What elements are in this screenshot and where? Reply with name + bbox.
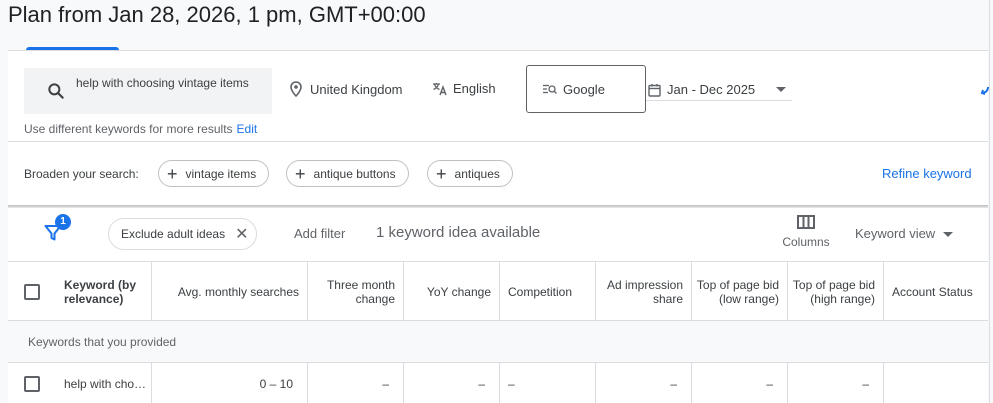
date-range-selector[interactable]: Jan - Dec 2025 xyxy=(646,79,792,101)
exclude-adult-ideas-chip[interactable]: Exclude adult ideas ✕ xyxy=(108,218,258,250)
add-filter-button[interactable]: Add filter xyxy=(294,226,345,241)
chip-label: vintage items xyxy=(185,166,257,181)
header-label: Avg. monthly searches xyxy=(177,284,299,299)
plus-icon: + xyxy=(167,163,178,184)
cell-keyword: help with cho… xyxy=(56,363,152,403)
header-label: Ad impression share xyxy=(606,277,683,306)
cell-bid-high: – xyxy=(788,363,884,403)
broaden-chip-vintage-items[interactable]: + vintage items xyxy=(158,160,270,187)
cell-yoy-change: – xyxy=(404,363,500,403)
row-select-cell xyxy=(8,363,56,403)
keyword-search-text: help with choosing vintage items xyxy=(76,76,249,90)
section-label-provided: Keywords that you provided xyxy=(8,321,988,363)
search-icon xyxy=(48,83,64,99)
column-header-bid-low[interactable]: Top of page bid (low range) xyxy=(692,262,788,321)
exclude-chip-label: Exclude adult ideas xyxy=(121,227,226,241)
refine-keywords-link[interactable]: Refine keyword xyxy=(882,166,972,181)
keyword-ideas-card: help with choosing vintage items United … xyxy=(8,50,990,403)
filter-count-badge: 1 xyxy=(55,214,71,230)
page-title: Plan from Jan 28, 2026, 1 pm, GMT+00:00 xyxy=(8,2,426,27)
chip-label: antique buttons xyxy=(313,166,396,181)
column-header-avg-searches[interactable]: Avg. monthly searches xyxy=(152,262,308,321)
cell-avg-searches: 0 – 10 xyxy=(152,363,308,403)
columns-label: Columns xyxy=(782,235,830,249)
network-label: Google xyxy=(563,81,605,97)
column-header-keyword[interactable]: Keyword (by relevance) xyxy=(56,262,152,321)
location-selector[interactable]: United Kingdom xyxy=(289,81,403,97)
keyword-ideas-count: 1 keyword idea available xyxy=(376,224,541,241)
header-label: YoY change xyxy=(426,284,491,299)
column-header-yoy-change[interactable]: YoY change xyxy=(404,262,500,321)
row-checkbox[interactable] xyxy=(24,376,40,392)
language-selector[interactable]: English xyxy=(432,81,496,96)
column-header-three-month-change[interactable]: Three month change xyxy=(308,262,404,321)
keyword-view-dropdown[interactable]: Keyword view xyxy=(855,226,954,241)
header-label: Three month change xyxy=(326,277,395,306)
header-label: Top of page bid (low range) xyxy=(696,277,779,306)
keyword-search-box[interactable]: help with choosing vintage items xyxy=(24,68,272,114)
table-row[interactable]: help with cho… 0 – 10 – – – – – – xyxy=(8,363,988,403)
select-all-checkbox[interactable] xyxy=(24,283,40,300)
broaden-chip-antiques[interactable]: + antiques xyxy=(427,160,513,187)
broaden-label: Broaden your search: xyxy=(24,167,139,181)
column-header-bid-high[interactable]: Top of page bid (high range) xyxy=(788,262,884,321)
date-range-label: Jan - Dec 2025 xyxy=(667,82,756,97)
column-header-competition[interactable]: Competition xyxy=(500,262,596,321)
select-all-cell xyxy=(8,262,56,321)
header-label: Account Status xyxy=(892,284,973,299)
network-selector[interactable]: Google xyxy=(526,65,646,113)
plus-icon: + xyxy=(436,163,447,184)
chevron-down-icon xyxy=(776,87,786,92)
caret-down-icon xyxy=(943,232,954,238)
cell-three-month-change: – xyxy=(308,363,404,403)
keyword-table: Keyword (by relevance) Avg. monthly sear… xyxy=(8,261,988,403)
close-icon[interactable]: ✕ xyxy=(235,224,248,244)
columns-button[interactable]: Columns xyxy=(780,215,832,249)
language-label: English xyxy=(453,81,496,96)
table-header: Keyword (by relevance) Avg. monthly sear… xyxy=(8,261,988,321)
column-header-account-status[interactable]: Account Status xyxy=(884,262,988,321)
column-header-ad-impression-share[interactable]: Ad impression share xyxy=(596,262,692,321)
section-shadow xyxy=(8,205,988,208)
chip-label: antiques xyxy=(454,166,500,181)
edit-link[interactable]: Edit xyxy=(237,122,258,136)
hint-text: Use different keywords for more results xyxy=(24,122,233,136)
translate-icon xyxy=(433,82,447,95)
broaden-chip-antique-buttons[interactable]: + antique buttons xyxy=(286,160,409,187)
keyword-hint: Use different keywords for more results E… xyxy=(24,122,257,136)
keyword-view-label: Keyword view xyxy=(855,226,936,241)
header-label: Keyword (by relevance) xyxy=(64,277,137,306)
right-border xyxy=(989,0,990,403)
header-label: Top of page bid (high range) xyxy=(792,277,875,306)
search-network-icon xyxy=(543,84,557,94)
location-label: United Kingdom xyxy=(310,81,403,97)
cell-account-status xyxy=(884,363,988,403)
header-label: Competition xyxy=(508,284,573,299)
location-pin-icon xyxy=(290,81,302,97)
cell-bid-low: – xyxy=(692,363,788,403)
cell-ad-impression-share: – xyxy=(596,363,692,403)
columns-icon xyxy=(797,215,815,229)
partial-action-icon[interactable] xyxy=(980,81,990,97)
calendar-icon xyxy=(648,83,661,97)
divider xyxy=(8,141,988,142)
plus-icon: + xyxy=(295,163,306,184)
cell-competition: – xyxy=(500,363,596,403)
